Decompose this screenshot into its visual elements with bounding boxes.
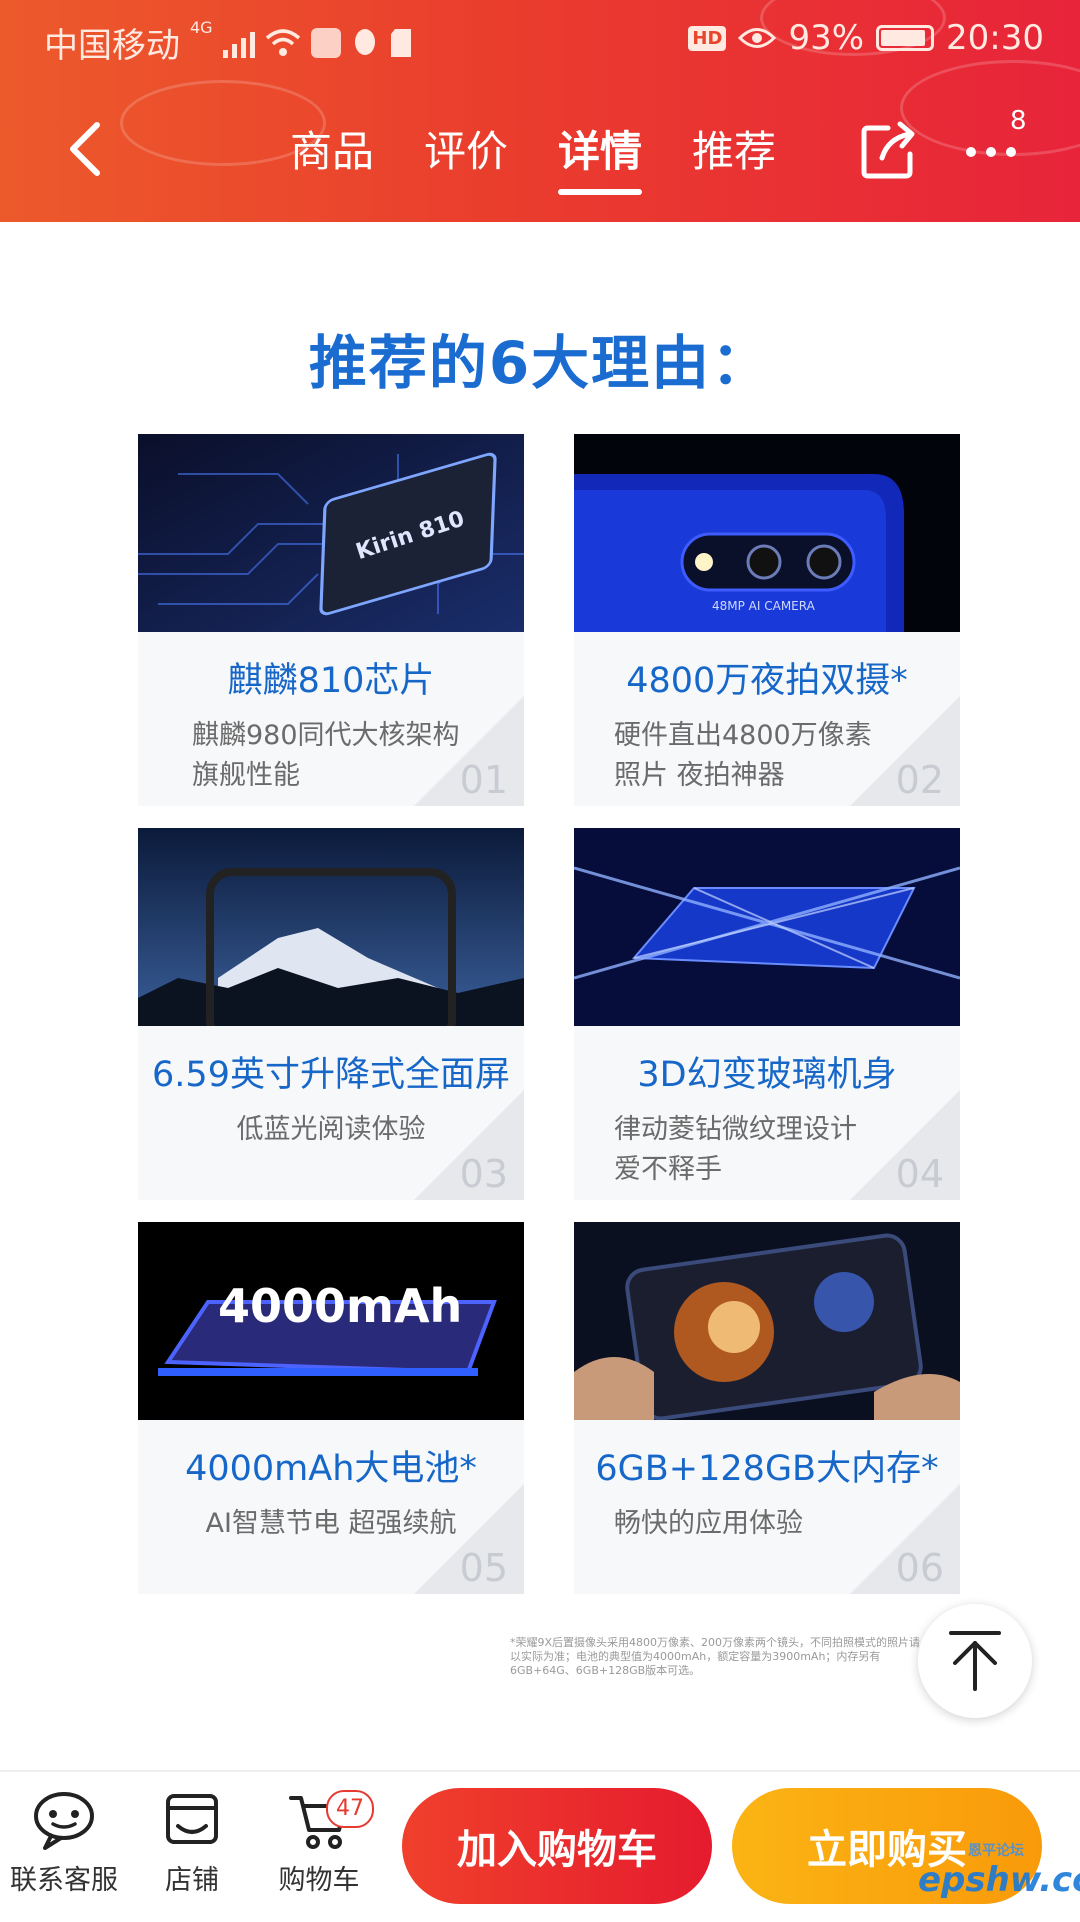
clock: 20:30 xyxy=(946,18,1044,58)
reasons-heading: 推荐的6大理由： xyxy=(308,329,772,397)
watermark-text: epshw.com xyxy=(918,1860,1080,1900)
more-badge: 8 xyxy=(1010,106,1027,136)
more-dot-icon xyxy=(1006,147,1016,157)
customer-service-button[interactable]: 联系客服 xyxy=(8,1790,120,1897)
signal-icon xyxy=(222,28,255,58)
status-bar: 中国移动 4G HD 93% 20:30 xyxy=(0,0,1080,78)
card-number: 04 xyxy=(895,1152,944,1196)
share-button[interactable] xyxy=(858,120,920,182)
camera-image: 48MP AI CAMERA xyxy=(574,434,960,632)
back-arrow-icon xyxy=(70,122,100,176)
more-dot-icon xyxy=(966,147,976,157)
network-label: 4G xyxy=(190,18,213,37)
back-to-top-button[interactable] xyxy=(918,1604,1032,1718)
hd-badge: HD xyxy=(688,25,727,51)
cart-label: 购物车 xyxy=(278,1865,360,1896)
card-number: 02 xyxy=(895,758,944,802)
card-number: 01 xyxy=(459,758,508,802)
reason-card-1[interactable]: Kirin 810 麒麟810芯片 麒麟980同代大核架构 旗舰性能 01 xyxy=(138,434,524,806)
tab-product[interactable]: 商品 xyxy=(290,118,374,191)
wifi-icon xyxy=(265,28,300,56)
store-label: 店铺 xyxy=(165,1865,219,1896)
reason-card-3[interactable]: 6.59英寸升降式全面屏 低蓝光阅读体验 03 xyxy=(138,828,524,1200)
watermark-logo: 恩平论坛 epshw.com xyxy=(918,1843,1080,1900)
arrow-up-icon xyxy=(949,1631,1001,1691)
more-button[interactable] xyxy=(966,132,1036,172)
sd-card-icon xyxy=(390,28,411,57)
tab-reviews[interactable]: 评价 xyxy=(424,118,508,191)
glass-back-image xyxy=(574,828,960,1026)
card-number: 05 xyxy=(459,1546,508,1590)
header: 中国移动 4G HD 93% 20:30 商品 评价 详情 推荐 8 xyxy=(0,0,1080,222)
card-number: 03 xyxy=(459,1152,508,1196)
carrier-label: 中国移动 xyxy=(44,26,180,66)
chip-image: Kirin 810 xyxy=(138,434,524,632)
fullscreen-phone-image xyxy=(138,828,524,1026)
battery-percent: 93% xyxy=(788,18,865,58)
add-to-cart-button[interactable]: 加入购物车 xyxy=(402,1788,712,1904)
cart-count-badge: 47 xyxy=(326,1790,374,1828)
card-number: 06 xyxy=(895,1546,944,1590)
footnote: *荣耀9X后置摄像头采用4800万像素、200万像素两个镜头，不同拍照模式的照片… xyxy=(510,1636,921,1677)
battery-label: 4000mAh xyxy=(218,1279,462,1333)
store-icon xyxy=(166,1794,218,1844)
tab-bar: 商品 评价 详情 推荐 xyxy=(290,118,776,195)
customer-service-icon xyxy=(34,1792,94,1850)
share-icon xyxy=(861,121,915,179)
back-button[interactable] xyxy=(50,114,120,184)
reason-card-6[interactable]: 6GB+128GB大内存* 畅快的应用体验 06 xyxy=(574,1222,960,1594)
eye-comfort-icon xyxy=(738,28,777,48)
watermark-caption: 恩平论坛 xyxy=(968,1843,1024,1859)
gaming-phone-image xyxy=(574,1222,960,1420)
battery-phone-image: 4000mAh xyxy=(138,1222,524,1420)
customer-service-label: 联系客服 xyxy=(10,1865,118,1896)
tab-details[interactable]: 详情 xyxy=(558,118,643,195)
camera-label: 48MP AI CAMERA xyxy=(712,599,816,613)
nav-bar: 商品 评价 详情 推荐 xyxy=(0,96,1080,206)
reason-card-5[interactable]: 4000mAh 4000mAh大电池* AI智慧节电 超强续航 05 xyxy=(138,1222,524,1594)
tab-recommend[interactable]: 推荐 xyxy=(692,118,776,191)
qq-icon xyxy=(354,28,375,55)
reason-card-4[interactable]: 3D幻变玻璃机身 律动菱钻微纹理设计 爱不释手 04 xyxy=(574,828,960,1200)
battery-icon xyxy=(876,25,935,51)
more-dot-icon xyxy=(986,147,996,157)
reason-card-2[interactable]: 48MP AI CAMERA 4800万夜拍双摄* 硬件直出4800万像素 照片… xyxy=(574,434,960,806)
store-button[interactable]: 店铺 xyxy=(150,1790,234,1897)
uc-browser-icon xyxy=(310,27,341,58)
